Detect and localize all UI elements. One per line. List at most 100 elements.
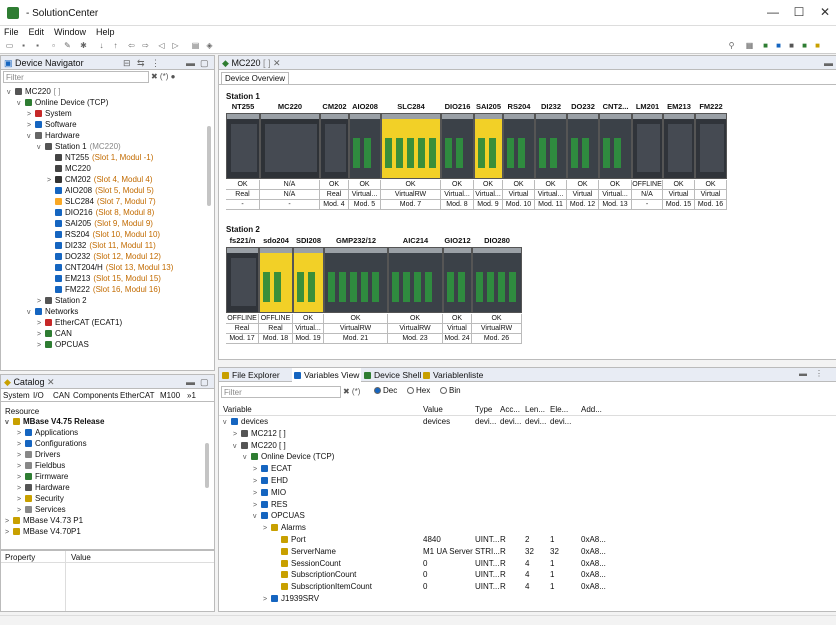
expanded-chevron-icon[interactable]: v (37, 143, 45, 153)
nav-item-nt255[interactable]: NT255 (Slot 1, Modul -1) (47, 153, 153, 163)
back-icon[interactable]: ⇦ (126, 41, 137, 51)
catalog-item-applications[interactable]: > Applications (17, 428, 78, 438)
maximize-button[interactable]: ☐ (786, 5, 812, 21)
variable-row[interactable]: v MC220 [ ] (219, 441, 836, 452)
minimize-view-icon[interactable]: ▬ (799, 369, 807, 378)
editor-tab-mc220[interactable]: MC220 (231, 58, 260, 68)
nav-item-aio208[interactable]: AIO208 (Slot 5, Modul 5) (47, 186, 154, 196)
module-nt255[interactable] (226, 113, 260, 179)
module-lm201[interactable] (632, 113, 663, 179)
column-value[interactable]: Value (423, 405, 443, 415)
chevron-icon[interactable]: > (17, 462, 25, 472)
search-icon[interactable]: ⚲ (726, 41, 737, 51)
nav-item-do232[interactable]: DO232 (Slot 12, Modul 12) (47, 252, 161, 262)
menu-help[interactable]: Help (96, 26, 115, 39)
nav-item-mc220[interactable]: MC220 (47, 164, 91, 174)
nav-item-cnt204-h[interactable]: CNT204/H (Slot 13, Modul 13) (47, 263, 173, 273)
nav-item-system[interactable]: > System (27, 109, 72, 119)
nav-item-networks[interactable]: v Networks (27, 307, 78, 317)
perspective-switch-icon[interactable]: ▦ (744, 41, 755, 51)
collapsed-chevron-icon[interactable]: > (27, 121, 35, 131)
collapsed-chevron-icon[interactable]: > (47, 176, 55, 186)
variable-row[interactable]: v Online Device (TCP) (219, 452, 836, 463)
perspective-2-icon[interactable]: ■ (773, 41, 784, 51)
collapsed-chevron-icon[interactable]: > (37, 297, 45, 307)
column-len[interactable]: Len... (525, 405, 545, 415)
wand-icon[interactable]: ✎ (62, 41, 73, 51)
module-do232[interactable] (567, 113, 599, 179)
chevron-icon[interactable]: > (17, 495, 25, 505)
collapse-all-icon[interactable]: ⊟ (123, 56, 131, 70)
variables-filter-options-icon[interactable]: ✖ (*) (343, 387, 360, 396)
catalog-item-mbase-v4-75-release[interactable]: v MBase V4.75 Release (5, 417, 104, 427)
column-acc[interactable]: Acc... (500, 405, 520, 415)
menu-file[interactable]: File (4, 26, 19, 39)
minimize-button[interactable]: — (760, 5, 786, 21)
catalog-subtab-components[interactable]: Components (73, 391, 118, 400)
menu-window[interactable]: Window (54, 26, 86, 39)
module-mc220[interactable] (260, 113, 320, 179)
prev-annotation-icon[interactable]: ↑ (110, 41, 121, 51)
chevron-icon[interactable]: > (263, 595, 271, 605)
variable-row[interactable]: Port 4840 UINT... R 2 1 0xA8... (219, 535, 836, 546)
chevron-icon[interactable]: > (17, 473, 25, 483)
module-dio216[interactable] (441, 113, 474, 179)
catalog-item-firmware[interactable]: > Firmware (17, 472, 68, 482)
filter-options-icon[interactable]: ✖ (*) ● (151, 72, 175, 81)
variable-row[interactable]: SubscriptionItemCount 0 UINT... R 4 1 0xA8... (219, 582, 836, 593)
debug-icon[interactable]: ✱ (78, 41, 89, 51)
column-variable[interactable]: Variable (223, 405, 252, 415)
chevron-icon[interactable]: > (253, 477, 261, 487)
variables-filter-input[interactable]: Filter (221, 386, 341, 398)
chevron-icon[interactable]: > (17, 484, 25, 494)
module-dio280[interactable] (472, 247, 522, 313)
save-all-icon[interactable]: ▪ (32, 41, 43, 51)
nav-forward-icon[interactable]: ▷ (170, 41, 181, 51)
module-cnt2[interactable] (599, 113, 632, 179)
nav-item-station-1[interactable]: v Station 1 (MC220) (37, 142, 121, 152)
expanded-chevron-icon[interactable]: v (27, 308, 35, 318)
view-menu-icon[interactable]: ⋮ (151, 56, 160, 70)
chevron-icon[interactable]: > (5, 528, 13, 538)
maximize-view-icon[interactable]: ▢ (200, 56, 209, 70)
chevron-icon[interactable]: > (17, 451, 25, 461)
nav-item-slc284[interactable]: SLC284 (Slot 7, Modul 7) (47, 197, 156, 207)
variable-row[interactable]: > MIO (219, 488, 836, 499)
catalog-subtab-can[interactable]: CAN (53, 391, 70, 400)
catalog-subtab-m100[interactable]: M100 (160, 391, 180, 400)
module-aic214[interactable] (388, 247, 443, 313)
nav-item-hardware[interactable]: v Hardware (27, 131, 80, 141)
variable-row[interactable]: v devices devices devi... devi... devi... devi… (219, 417, 836, 428)
chevron-icon[interactable]: > (17, 506, 25, 516)
minimize-view-icon[interactable]: ▬ (824, 56, 833, 70)
catalog-item-mbase-v4-70p1[interactable]: > MBase V4.70P1 (5, 527, 81, 537)
chevron-icon[interactable]: v (243, 453, 251, 463)
bottom-tab-file-explorer[interactable]: File Explorer (222, 368, 280, 382)
next-annotation-icon[interactable]: ↓ (96, 41, 107, 51)
bottom-tab-variables-view[interactable]: Variables View (292, 368, 362, 382)
catalog-item-fieldbus[interactable]: > Fieldbus (17, 461, 65, 471)
bottom-tab-device-shell[interactable]: Device Shell (364, 368, 421, 382)
chevron-icon[interactable]: > (253, 501, 261, 511)
catalog-scrollbar[interactable] (205, 443, 209, 488)
forward-icon[interactable]: ⇨ (140, 41, 151, 51)
column-type[interactable]: Type (475, 405, 492, 415)
radio-bin[interactable]: Bin (440, 386, 461, 395)
nav-item-online-device-tcp[interactable]: v Online Device (TCP) (17, 98, 108, 108)
save-icon[interactable]: ▪ (18, 41, 29, 51)
radio-dec[interactable]: Dec (374, 386, 397, 395)
module-rs204[interactable] (503, 113, 535, 179)
chevron-icon[interactable]: > (5, 517, 13, 527)
perspective-1-icon[interactable]: ■ (760, 41, 771, 51)
nav-item-dio216[interactable]: DIO216 (Slot 8, Modul 8) (47, 208, 154, 218)
shield-icon[interactable]: ◈ (204, 41, 215, 51)
navigator-filter-input[interactable]: Filter (3, 71, 149, 83)
nav-item-opcuas[interactable]: > OPCUAS (37, 340, 89, 350)
catalog-item-configurations[interactable]: > Configurations (17, 439, 87, 449)
catalog-item-services[interactable]: > Services (17, 505, 66, 515)
nav-item-station-2[interactable]: > Station 2 (37, 296, 87, 306)
nav-item-rs204[interactable]: RS204 (Slot 10, Modul 10) (47, 230, 160, 240)
variable-row[interactable]: > ECAT (219, 464, 836, 475)
nav-item-ethercat-ecat1[interactable]: > EtherCAT (ECAT1) (37, 318, 122, 328)
link-editor-icon[interactable]: ⇆ (137, 56, 145, 70)
